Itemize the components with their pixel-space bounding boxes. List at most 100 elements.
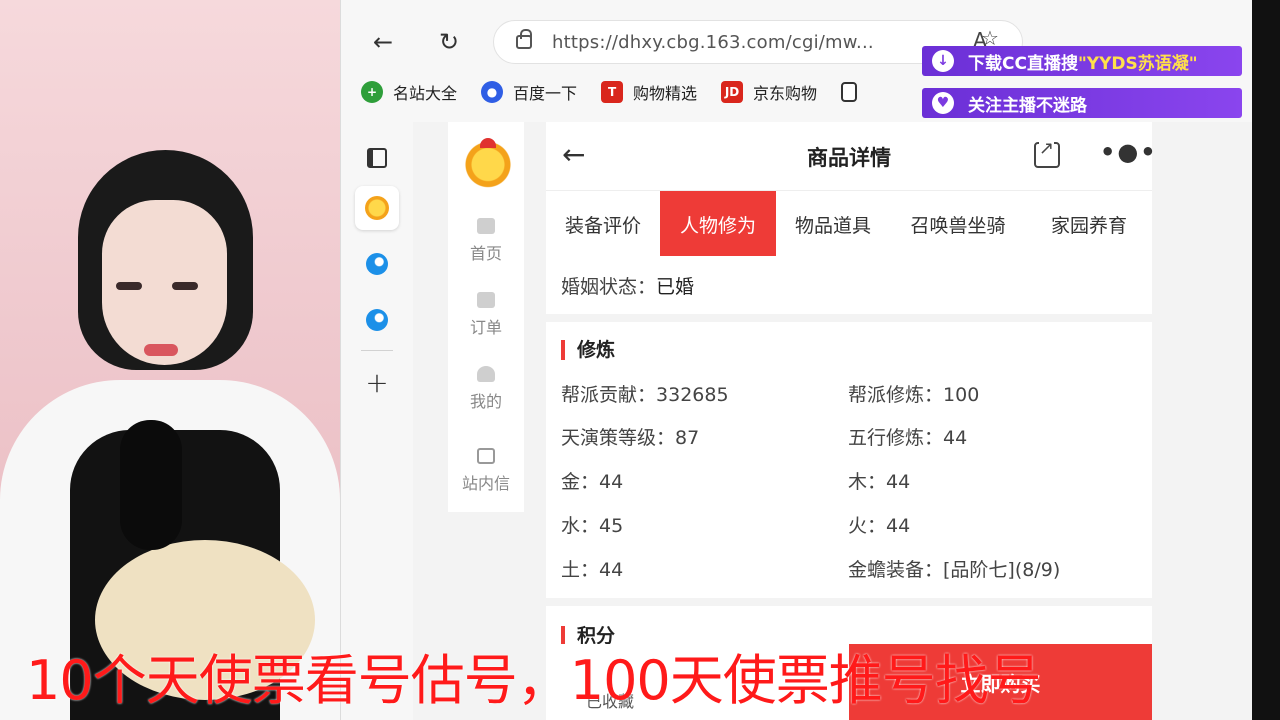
- field-label: 帮派贡献：: [561, 384, 657, 406]
- field-label: 木：: [848, 471, 887, 493]
- stat-item: 帮派修炼：100: [848, 380, 979, 407]
- microphone: [120, 420, 182, 550]
- t-logo-icon: T: [601, 81, 624, 103]
- baidu-paw-icon: ●: [481, 81, 504, 103]
- field-value: 已婚: [656, 275, 695, 298]
- tab-actions-icon: [367, 148, 387, 168]
- app-sidebar: 首页 订单 我的 站内信: [448, 122, 524, 512]
- refresh-icon[interactable]: ↻: [433, 26, 465, 58]
- plus-icon: +: [365, 365, 389, 399]
- lock-icon[interactable]: [516, 29, 532, 49]
- tab-home-raising[interactable]: 家园养育: [1026, 191, 1152, 257]
- field-label: 天演策等级：: [561, 427, 676, 449]
- stat-item: 土：44: [561, 555, 623, 582]
- tab-summons-mounts[interactable]: 召唤兽坐骑: [890, 191, 1026, 257]
- more-icon[interactable]: •●•: [1100, 138, 1158, 166]
- edge-logo-icon: [366, 309, 388, 331]
- cultivation-card: 修炼 帮派贡献：332685 帮派修炼：100 天演策等级：87 五行修炼：44…: [546, 322, 1152, 598]
- stat-item: 水：45: [561, 511, 623, 538]
- nav-messages[interactable]: 站内信: [448, 448, 524, 494]
- sidebar-tab-edge-2[interactable]: [355, 298, 399, 342]
- tab-actions-button[interactable]: [355, 136, 399, 180]
- detail-tabs: 装备评价 人物修为 物品道具 召唤兽坐骑 家园养育: [546, 190, 1152, 257]
- bookmark-item[interactable]: JD 京东购物: [721, 80, 817, 104]
- bookmark-item[interactable]: T 购物精选: [601, 80, 697, 104]
- bookmark-item[interactable]: + 名站大全: [361, 80, 457, 104]
- nav-orders[interactable]: 订单: [448, 292, 524, 338]
- overlay-highlight: "YYDS苏语凝": [1077, 53, 1198, 74]
- page-title: 商品详情: [807, 146, 891, 170]
- heart-icon: ♥: [932, 92, 954, 114]
- field-value: 44: [886, 515, 911, 537]
- user-icon: [477, 366, 495, 382]
- edge-logo-icon: [366, 253, 388, 275]
- field-label: 土：: [561, 559, 600, 581]
- download-icon: ↓: [932, 50, 954, 72]
- bookmark-item[interactable]: [841, 82, 867, 102]
- field-label: 金蟾装备：: [848, 559, 944, 581]
- section-title: 修炼: [561, 340, 615, 360]
- follow-overlay: ♥ 关注主播不迷路: [922, 88, 1242, 118]
- tab-character-cultivation[interactable]: 人物修为: [660, 191, 776, 257]
- back-arrow-icon[interactable]: ←: [367, 26, 399, 58]
- marriage-status: 婚姻状态：已婚: [561, 272, 694, 299]
- stat-item: 木：44: [848, 467, 910, 494]
- field-value: 44: [943, 427, 968, 449]
- page-icon: [841, 82, 858, 102]
- plus-circle-icon: +: [361, 81, 383, 103]
- home-icon: [477, 218, 495, 234]
- stat-item: 金蟾装备：[品阶七](8/9): [848, 555, 1060, 582]
- page-content: 首页 订单 我的 站内信 ← 商品详情 ↗ •●• 装备评价 人物修为 物品道具…: [413, 122, 1253, 720]
- mail-icon: [477, 448, 495, 464]
- cbg-logo-icon[interactable]: [462, 136, 514, 188]
- nav-label: 订单: [469, 318, 502, 337]
- stat-item: 火：44: [848, 511, 910, 538]
- edge-sidebar: +: [341, 122, 411, 720]
- field-value: 332685: [656, 384, 729, 406]
- sidebar-tab-cbg[interactable]: [355, 186, 399, 230]
- bookmark-label: 京东购物: [753, 84, 818, 103]
- stat-item: 五行修炼：44: [848, 423, 967, 450]
- download-overlay: ↓ 下载CC直播搜 "YYDS苏语凝": [922, 46, 1242, 76]
- product-detail: ← 商品详情 •●• 装备评价 人物修为 物品道具 召唤兽坐骑 家园养育 婚姻状…: [546, 122, 1156, 720]
- streamer-camera: [0, 0, 340, 720]
- sidebar-tab-edge-1[interactable]: [355, 242, 399, 286]
- stat-item: 帮派贡献：332685: [561, 380, 729, 407]
- marriage-row: 婚姻状态：已婚: [546, 256, 1152, 314]
- tab-items[interactable]: 物品道具: [776, 191, 890, 257]
- field-value: 100: [943, 384, 980, 406]
- field-value: 44: [886, 471, 911, 493]
- streamer-eye-right: [172, 282, 198, 290]
- field-value: 44: [599, 471, 624, 493]
- overlay-text: 关注主播不迷路: [968, 95, 1087, 116]
- stat-item: 天演策等级：87: [561, 423, 699, 450]
- field-label: 火：: [848, 515, 887, 537]
- nav-mine[interactable]: 我的: [448, 366, 524, 412]
- streamer-lips: [144, 344, 178, 356]
- bookmark-label: 名站大全: [393, 84, 458, 103]
- field-value: 87: [675, 427, 700, 449]
- share-icon[interactable]: [1034, 138, 1060, 168]
- sidebar-divider: [361, 350, 393, 351]
- tab-equipment-review[interactable]: 装备评价: [546, 191, 660, 257]
- bookmark-item[interactable]: ● 百度一下: [481, 80, 577, 104]
- stream-caption: 10个天使票看号估号，100天使票推号找号: [26, 649, 1042, 712]
- bookmark-label: 购物精选: [633, 84, 698, 103]
- field-label: 帮派修炼：: [848, 384, 944, 406]
- field-value: 44: [599, 559, 624, 581]
- nav-label: 首页: [469, 244, 502, 263]
- nav-home[interactable]: 首页: [448, 218, 524, 264]
- streamer-eye-left: [116, 282, 142, 290]
- jd-logo-icon: JD: [721, 81, 744, 103]
- field-label: 水：: [561, 515, 600, 537]
- nav-label: 站内信: [461, 474, 510, 493]
- field-label: 婚姻状态：: [561, 275, 657, 298]
- screen: ← ↻ https://dhxy.cbg.163.com/cgi/mw... A…: [0, 0, 1280, 720]
- overlay-text: 下载CC直播搜: [968, 53, 1078, 74]
- field-value: 45: [599, 515, 624, 537]
- field-label: 金：: [561, 471, 600, 493]
- field-value: [品阶七](8/9): [943, 559, 1061, 581]
- new-tab-button[interactable]: +: [355, 360, 399, 404]
- cbg-logo-icon: [365, 196, 389, 220]
- stat-item: 金：44: [561, 467, 623, 494]
